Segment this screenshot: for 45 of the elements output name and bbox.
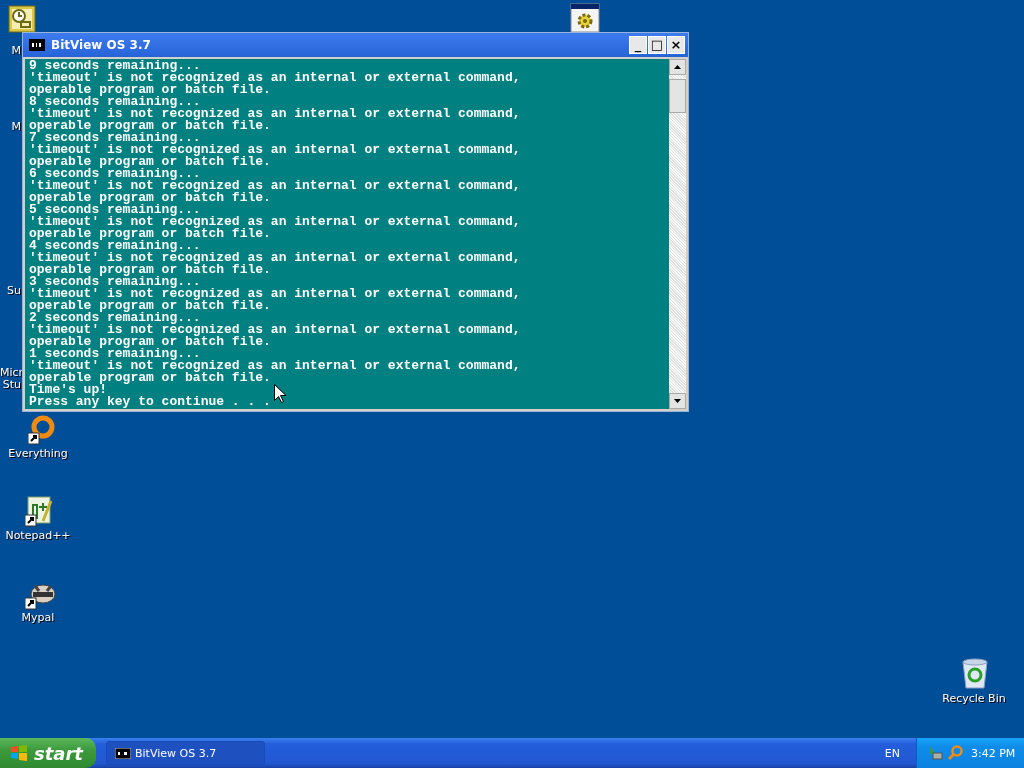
console-line: operable program or batch file. <box>29 192 271 204</box>
console-line: operable program or batch file. <box>29 120 271 132</box>
console-line: operable program or batch file. <box>29 84 271 96</box>
console-line: 'timeout' is not recognized as an internal or external command, <box>29 288 521 300</box>
console-line: operable program or batch file. <box>29 372 271 384</box>
console-line: operable program or batch file. <box>29 228 271 240</box>
icon-label[interactable]: Everything <box>0 448 88 460</box>
console-line: operable program or batch file. <box>29 156 271 168</box>
console-line: Press any key to continue . . . <box>29 396 271 408</box>
console-line: 'timeout' is not recognized as an internal or external command, <box>29 324 521 336</box>
console-line: 'timeout' is not recognized as an internal or external command, <box>29 72 521 84</box>
console-line: 3 seconds remaining... <box>29 276 201 288</box>
console-line: 2 seconds remaining... <box>29 312 201 324</box>
console-line: 1 seconds remaining... <box>29 348 201 360</box>
console-line: 7 seconds remaining... <box>29 132 201 144</box>
window-title: BitView OS 3.7 <box>51 38 152 52</box>
console-line: 'timeout' is not recognized as an internal or external command, <box>29 108 521 120</box>
icon-label[interactable]: M <box>0 121 21 133</box>
console-line: 6 seconds remaining... <box>29 168 201 180</box>
start-button[interactable]: start <box>0 738 96 768</box>
console-line: Time's up! <box>29 384 107 396</box>
clock-text: 3:42 PM <box>971 746 1016 760</box>
icon-label[interactable]: Notepad++ <box>0 530 88 542</box>
console-line: 5 seconds remaining... <box>29 204 201 216</box>
console-line: 'timeout' is not recognized as an internal or external command, <box>29 360 521 372</box>
language-indicator[interactable]: EN <box>884 746 900 760</box>
taskbar-button[interactable]: BitView OS 3.7 <box>106 741 265 765</box>
console-line: 'timeout' is not recognized as an internal or external command, <box>29 144 521 156</box>
console-line: operable program or batch file. <box>29 336 271 348</box>
icon-label[interactable]: Mypal <box>0 612 88 624</box>
maximize-button[interactable]: □ <box>648 36 666 54</box>
console-line: 'timeout' is not recognized as an internal or external command, <box>29 216 521 228</box>
console-line: 8 seconds remaining... <box>29 96 201 108</box>
close-button[interactable]: × <box>667 36 685 54</box>
console-line: operable program or batch file. <box>29 264 271 276</box>
minimize-button[interactable]: _ <box>629 36 647 54</box>
icon-label[interactable]: Recycle Bin <box>924 693 1024 705</box>
console-line: 4 seconds remaining... <box>29 240 201 252</box>
console-line: operable program or batch file. <box>29 300 271 312</box>
console-line: 9 seconds remaining... <box>29 60 201 72</box>
console-line: 'timeout' is not recognized as an internal or external command, <box>29 180 521 192</box>
icon-label[interactable]: Su <box>0 285 21 297</box>
icon-label[interactable]: M <box>0 45 21 57</box>
icon-label[interactable]: Micr Stu <box>0 367 21 391</box>
console-line: 'timeout' is not recognized as an internal or external command, <box>29 252 521 264</box>
